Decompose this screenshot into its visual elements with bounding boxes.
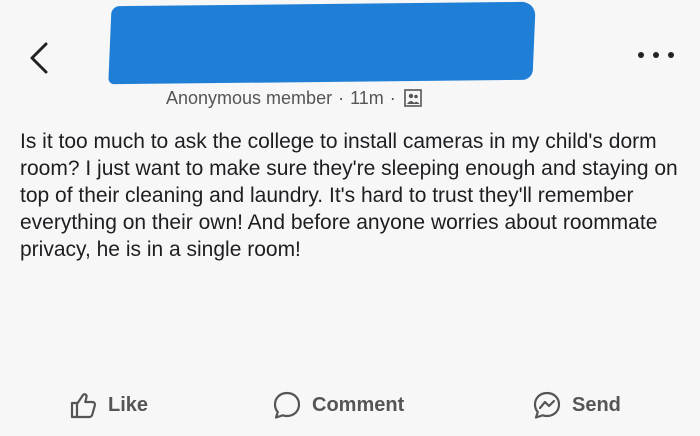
speech-bubble-icon — [273, 391, 301, 419]
more-dots-icon — [638, 52, 644, 58]
meta-separator: · — [338, 87, 345, 108]
back-button[interactable] — [24, 38, 54, 78]
post-actions-bar: Like Comment Send — [0, 380, 700, 430]
messenger-icon — [533, 391, 561, 419]
send-button[interactable]: Send — [532, 390, 621, 420]
send-label: Send — [572, 393, 621, 416]
post-meta: Anonymous member · 11m · — [166, 86, 422, 110]
comment-button[interactable]: Comment — [272, 390, 404, 420]
redacted-group-name — [108, 1, 536, 85]
author-name[interactable]: Anonymous member — [166, 88, 332, 109]
like-button[interactable]: Like — [68, 390, 148, 420]
comment-label: Comment — [312, 393, 405, 416]
post-body: Is it too much to ask the college to ins… — [20, 130, 678, 261]
chevron-left-icon — [30, 42, 48, 74]
post-header: Anonymous member · 11m · — [0, 0, 700, 112]
group-icon — [403, 89, 422, 107]
like-label: Like — [108, 393, 149, 416]
post-time[interactable]: 11m — [350, 88, 384, 109]
more-options-button[interactable] — [636, 44, 676, 64]
meta-separator-2: · — [389, 87, 396, 108]
thumbs-up-icon — [70, 393, 97, 419]
